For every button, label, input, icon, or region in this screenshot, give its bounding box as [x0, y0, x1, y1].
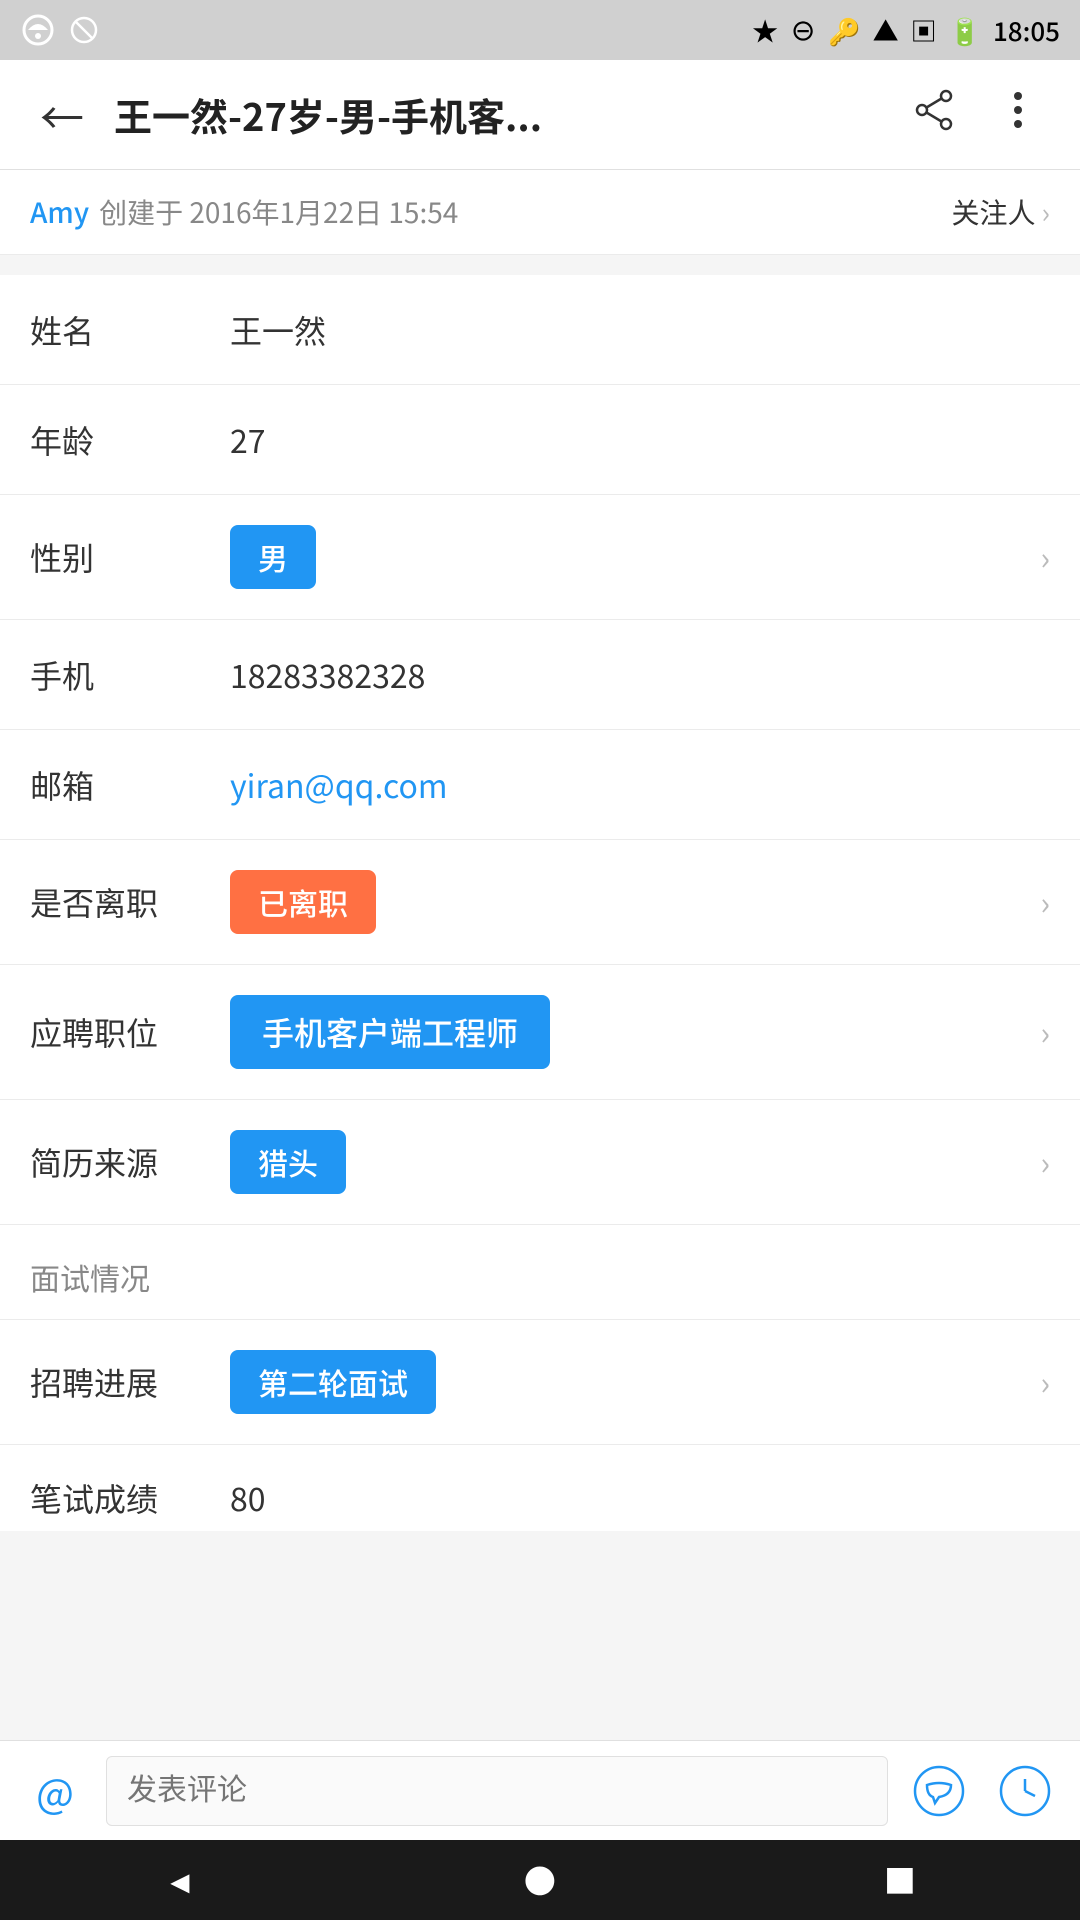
app-bar: ← 王一然-27岁-男-手机客...: [0, 60, 1080, 170]
label-age: 年龄: [30, 417, 230, 463]
wifi-icon: [66, 12, 102, 48]
creator-name[interactable]: Amy: [30, 192, 89, 232]
nav-bar: ◄ ● ■: [0, 1840, 1080, 1920]
time: 18:05: [993, 12, 1060, 49]
home-nav-button[interactable]: ●: [524, 1857, 556, 1903]
recruit-progress-badge: 第二轮面试: [230, 1350, 436, 1414]
comment-icon-button[interactable]: [904, 1756, 974, 1826]
clock-icon-button[interactable]: [990, 1756, 1060, 1826]
label-test-score: 笔试成绩: [30, 1475, 230, 1521]
meta-info: Amy 创建于 2016年1月22日 15:54: [30, 192, 458, 232]
follow-button[interactable]: 关注人 ›: [952, 192, 1050, 232]
status-bar-left: [20, 12, 102, 48]
value-gender: 男: [230, 525, 1030, 589]
resigned-badge: 已离职: [230, 870, 376, 934]
value-resigned: 已离职: [230, 870, 1030, 934]
gender-badge: 男: [230, 525, 316, 589]
follow-label: 关注人: [952, 192, 1036, 232]
recruit-progress-chevron: ›: [1040, 1359, 1050, 1405]
value-name: 王一然: [230, 307, 1050, 353]
at-button[interactable]: @: [20, 1756, 90, 1826]
label-email: 邮箱: [30, 762, 230, 808]
minus-icon: ⊖: [790, 12, 816, 49]
meta-bar: Amy 创建于 2016年1月22日 15:54 关注人 ›: [0, 170, 1080, 255]
created-text: 创建于 2016年1月22日 15:54: [99, 192, 458, 232]
field-source[interactable]: 简历来源 猎头 ›: [0, 1100, 1080, 1225]
field-test-score: 笔试成绩 80: [0, 1445, 1080, 1531]
more-button[interactable]: [986, 76, 1050, 154]
share-button[interactable]: [902, 76, 966, 154]
value-source: 猎头: [230, 1130, 1030, 1194]
value-recruit-progress: 第二轮面试: [230, 1350, 1030, 1414]
battery-icon: 🔋: [949, 12, 981, 49]
follow-chevron: ›: [1042, 192, 1050, 232]
back-nav-button[interactable]: ◄: [164, 1857, 196, 1903]
field-gender[interactable]: 性别 男 ›: [0, 495, 1080, 620]
source-badge: 猎头: [230, 1130, 346, 1194]
section-interview: 面试情况: [0, 1225, 1080, 1320]
label-recruit-progress: 招聘进展: [30, 1359, 230, 1405]
field-position[interactable]: 应聘职位 手机客户端工程师 ›: [0, 965, 1080, 1100]
label-name: 姓名: [30, 307, 230, 353]
field-recruit-progress[interactable]: 招聘进展 第二轮面试 ›: [0, 1320, 1080, 1445]
label-source: 简历来源: [30, 1139, 230, 1185]
page-title: 王一然-27岁-男-手机客...: [114, 87, 882, 142]
source-chevron: ›: [1040, 1139, 1050, 1185]
value-test-score: 80: [230, 1475, 1050, 1521]
signal-icon: ▲: [873, 12, 899, 49]
label-position: 应聘职位: [30, 1009, 230, 1055]
at-symbol: @: [36, 1762, 74, 1820]
value-phone: 18283382328: [230, 652, 1050, 698]
value-position: 手机客户端工程师: [230, 995, 1030, 1069]
field-email: 邮箱 yiran@qq.com: [0, 730, 1080, 840]
label-resigned: 是否离职: [30, 879, 230, 925]
status-bar-right: ★ ⊖ 🔑 ▲ ▣ 🔋 18:05: [752, 12, 1060, 49]
bluetooth-icon: ★: [752, 12, 778, 49]
resigned-chevron: ›: [1040, 879, 1050, 925]
key-icon: 🔑: [828, 12, 860, 49]
back-button[interactable]: ←: [30, 73, 94, 157]
field-name: 姓名 王一然: [0, 275, 1080, 385]
value-age: 27: [230, 417, 1050, 463]
field-phone: 手机 18283382328: [0, 620, 1080, 730]
position-chevron: ›: [1040, 1009, 1050, 1055]
main-content: 姓名 王一然 年龄 27 性别 男 › 手机 18283382328 邮箱 yi…: [0, 275, 1080, 1531]
field-resigned[interactable]: 是否离职 已离职 ›: [0, 840, 1080, 965]
field-age: 年龄 27: [0, 385, 1080, 495]
sim-icon: ▣: [911, 12, 937, 49]
gender-chevron: ›: [1040, 534, 1050, 580]
comment-input[interactable]: [106, 1756, 888, 1826]
label-phone: 手机: [30, 652, 230, 698]
recent-nav-button[interactable]: ■: [884, 1857, 916, 1903]
network-icon: [20, 12, 56, 48]
status-bar: ★ ⊖ 🔑 ▲ ▣ 🔋 18:05: [0, 0, 1080, 60]
bottom-bar: @: [0, 1740, 1080, 1840]
label-gender: 性别: [30, 534, 230, 580]
value-email[interactable]: yiran@qq.com: [230, 762, 1050, 808]
email-link[interactable]: yiran@qq.com: [230, 762, 448, 808]
position-badge: 手机客户端工程师: [230, 995, 550, 1069]
